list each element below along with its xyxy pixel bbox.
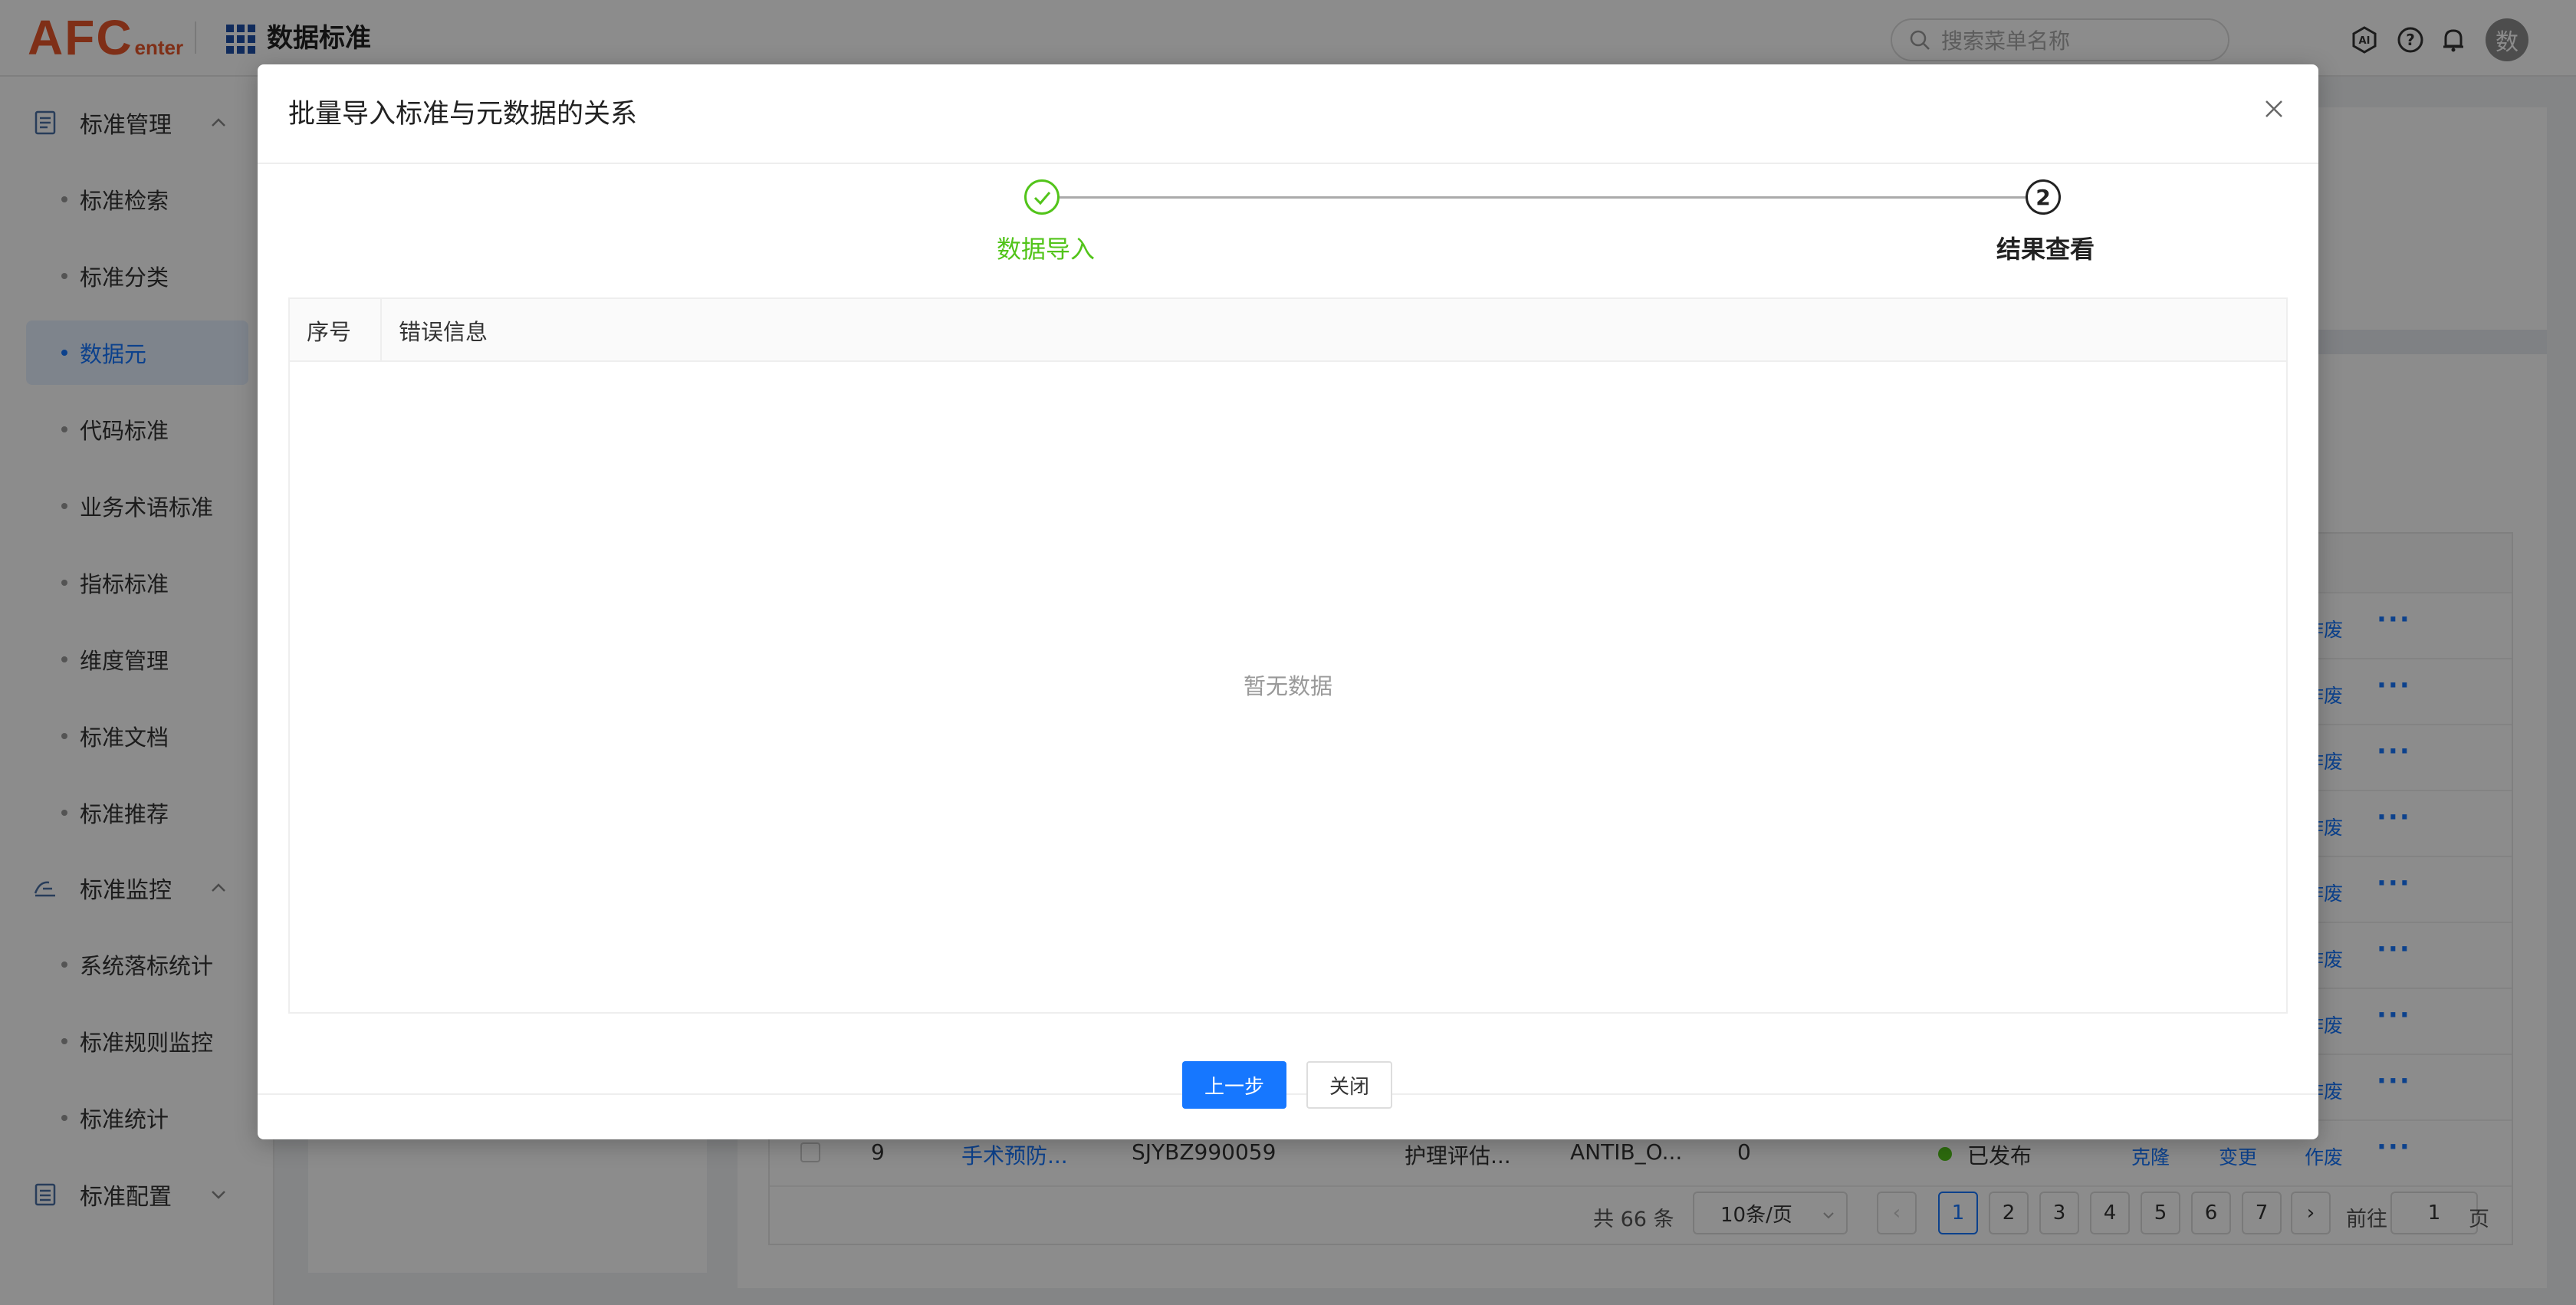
step-2-current: 2 xyxy=(2026,179,2061,215)
column-header-index: 序号 xyxy=(307,319,352,345)
modal-header: 批量导入标准与元数据的关系 xyxy=(258,64,2318,164)
column-header-error: 错误信息 xyxy=(399,319,488,345)
error-table: 序号 错误信息 暂无数据 xyxy=(288,297,2288,1014)
modal-footer-divider xyxy=(258,1093,2318,1095)
column-divider xyxy=(380,299,382,362)
steps-connector-line xyxy=(1060,196,2026,199)
check-icon xyxy=(1033,192,1051,205)
step-1-label: 数据导入 xyxy=(997,235,1096,264)
step-1-finished xyxy=(1024,179,1060,215)
empty-state-text: 暂无数据 xyxy=(1243,673,1332,699)
batch-import-modal: 批量导入标准与元数据的关系 2 数据导入 结果查看 序号 错误信息 暂无数据 上… xyxy=(258,64,2318,1139)
modal-title: 批量导入标准与元数据的关系 xyxy=(288,99,638,130)
close-button[interactable]: 关闭 xyxy=(1306,1061,1392,1109)
previous-step-button[interactable]: 上一步 xyxy=(1182,1061,1286,1109)
step-2-label: 结果查看 xyxy=(1996,235,2095,264)
close-icon[interactable] xyxy=(2259,94,2289,124)
error-table-header: 序号 错误信息 xyxy=(290,299,2286,362)
